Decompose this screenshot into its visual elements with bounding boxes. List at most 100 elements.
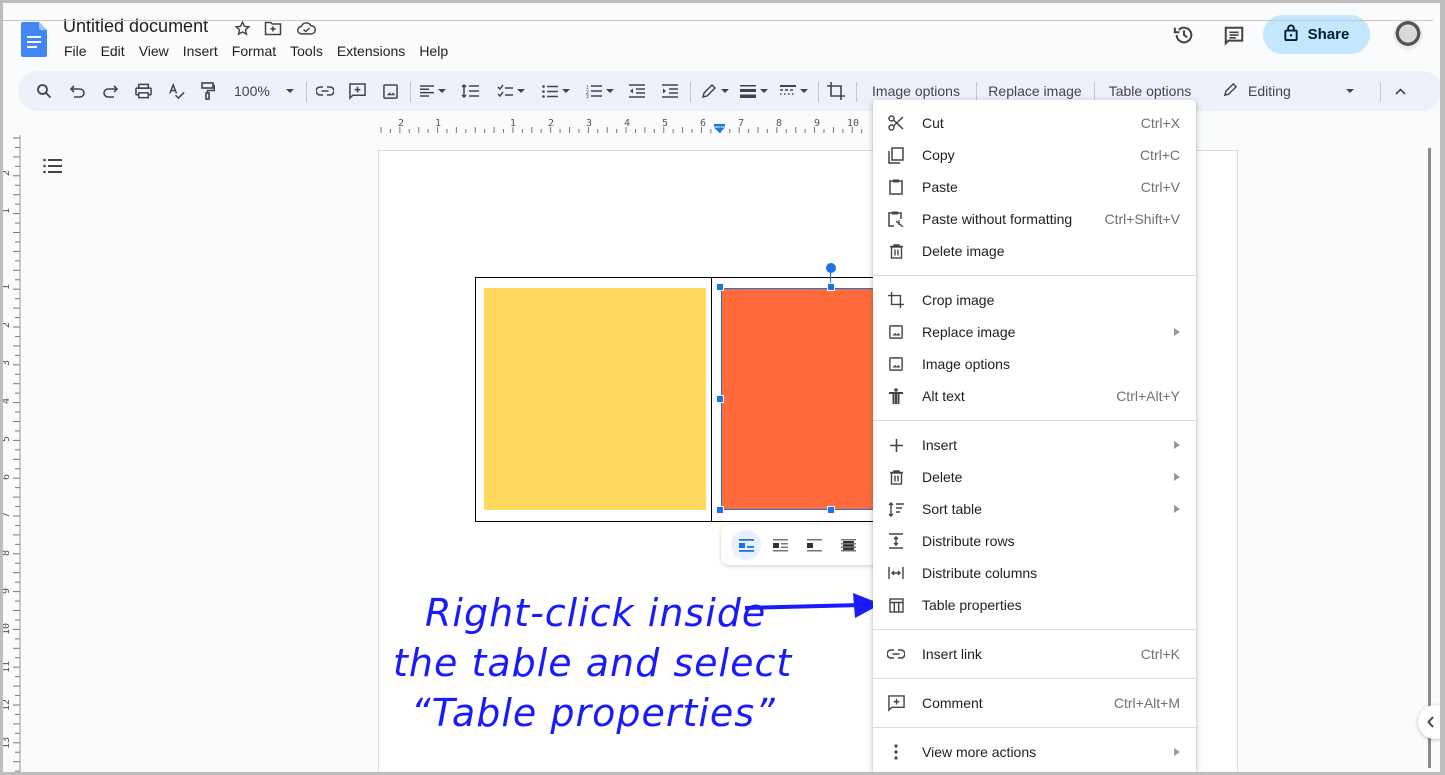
image-orange-rectangle-selected[interactable] bbox=[721, 288, 881, 510]
add-comment-icon[interactable] bbox=[345, 71, 369, 111]
break-text-icon[interactable] bbox=[799, 530, 829, 560]
menu-item-image-options[interactable]: Image options bbox=[873, 348, 1196, 380]
menu-tools[interactable]: Tools bbox=[283, 43, 330, 59]
image-yellow-square[interactable] bbox=[484, 288, 706, 510]
ruler-label: 1 bbox=[3, 208, 12, 214]
align-select[interactable] bbox=[416, 71, 450, 111]
side-panel-toggle[interactable] bbox=[1418, 705, 1440, 739]
crop-icon[interactable] bbox=[824, 71, 848, 111]
border-color-select[interactable] bbox=[696, 71, 734, 111]
ruler-label: 6 bbox=[700, 118, 706, 129]
menu-help[interactable]: Help bbox=[412, 43, 455, 59]
resize-handle-top-left[interactable] bbox=[716, 283, 724, 291]
paste-icon bbox=[886, 177, 906, 197]
increase-indent-icon[interactable] bbox=[658, 71, 682, 111]
menu-item-cut[interactable]: Cut Ctrl+X bbox=[873, 107, 1196, 139]
undo-icon[interactable] bbox=[66, 71, 90, 111]
line-spacing-icon[interactable] bbox=[458, 71, 482, 111]
menu-item-comment[interactable]: Comment Ctrl+Alt+M bbox=[873, 687, 1196, 719]
redo-icon[interactable] bbox=[98, 71, 122, 111]
menu-view[interactable]: View bbox=[132, 43, 176, 59]
checklist-select[interactable] bbox=[492, 71, 530, 111]
decrease-indent-icon[interactable] bbox=[625, 71, 649, 111]
resize-handle-bottom[interactable] bbox=[827, 506, 835, 514]
ruler-label: 2 bbox=[3, 170, 12, 176]
menu-item-distribute-columns[interactable]: Distribute columns bbox=[873, 557, 1196, 589]
ruler-label: 7 bbox=[738, 118, 744, 129]
resize-handle-left[interactable] bbox=[716, 395, 724, 403]
indent-marker-icon[interactable] bbox=[714, 120, 725, 133]
comment-icon bbox=[886, 693, 906, 713]
menu-edit[interactable]: Edit bbox=[94, 43, 132, 59]
wrap-inline-icon[interactable] bbox=[731, 530, 761, 560]
menu-format[interactable]: Format bbox=[225, 43, 283, 59]
menu-item-paste-without-formatting[interactable]: Paste without formatting Ctrl+Shift+V bbox=[873, 203, 1196, 235]
document-outline-icon[interactable] bbox=[43, 158, 63, 179]
menu-item-sort-table[interactable]: Sort table bbox=[873, 493, 1196, 525]
submenu-arrow-icon bbox=[1174, 505, 1180, 513]
menu-item-alt-text[interactable]: Alt text Ctrl+Alt+Y bbox=[873, 380, 1196, 412]
link-icon[interactable] bbox=[313, 71, 337, 111]
rotation-handle[interactable] bbox=[826, 263, 836, 273]
collapse-menus-icon[interactable] bbox=[1388, 71, 1412, 111]
pencil-icon bbox=[1223, 82, 1238, 100]
menu-item-insert-link[interactable]: Insert link Ctrl+K bbox=[873, 638, 1196, 670]
vertical-ruler[interactable]: 2112345678910111213 bbox=[3, 135, 21, 772]
user-avatar[interactable] bbox=[1393, 20, 1423, 50]
ruler-label: 1 bbox=[3, 284, 12, 290]
search-menus-icon[interactable] bbox=[32, 71, 56, 111]
link-icon bbox=[886, 644, 906, 664]
paint-format-icon[interactable] bbox=[196, 71, 220, 111]
resize-handle-top[interactable] bbox=[827, 283, 835, 291]
insert-image-icon[interactable] bbox=[378, 71, 402, 111]
menu-item-view-more-actions[interactable]: View more actions bbox=[873, 736, 1196, 768]
menu-item-copy[interactable]: Copy Ctrl+C bbox=[873, 139, 1196, 171]
menu-item-label: Crop image bbox=[922, 292, 995, 308]
docs-logo-icon[interactable] bbox=[21, 22, 47, 57]
resize-handle-bottom-left[interactable] bbox=[716, 506, 724, 514]
border-dash-select[interactable] bbox=[776, 71, 812, 111]
editing-mode-select[interactable]: Editing bbox=[1223, 71, 1358, 111]
behind-text-icon[interactable] bbox=[833, 530, 863, 560]
ruler-label: 12 bbox=[3, 699, 12, 711]
menu-item-crop-image[interactable]: Crop image bbox=[873, 284, 1196, 316]
numbered-list-select[interactable]: 123 bbox=[581, 71, 619, 111]
image-wrap-toolbar bbox=[721, 525, 881, 565]
bullet-list-select[interactable] bbox=[537, 71, 575, 111]
menu-insert[interactable]: Insert bbox=[176, 43, 225, 59]
menu-item-insert[interactable]: Insert bbox=[873, 429, 1196, 461]
ruler-label: 11 bbox=[3, 661, 12, 673]
ruler-label: 4 bbox=[624, 118, 630, 129]
comments-icon[interactable] bbox=[1223, 25, 1245, 47]
history-icon[interactable] bbox=[1173, 24, 1195, 46]
menu-item-paste[interactable]: Paste Ctrl+V bbox=[873, 171, 1196, 203]
table-column-divider[interactable] bbox=[711, 277, 712, 522]
menu-item-delete-image[interactable]: Delete image bbox=[873, 235, 1196, 267]
ruler-label: 6 bbox=[3, 474, 12, 480]
ruler-label: 13 bbox=[3, 737, 12, 749]
chevron-down-icon bbox=[721, 89, 729, 93]
submenu-arrow-icon bbox=[1174, 748, 1180, 756]
zoom-select[interactable]: 100% bbox=[228, 71, 298, 111]
ruler-label: 10 bbox=[847, 118, 859, 129]
menu-item-table-properties[interactable]: Table properties bbox=[873, 589, 1196, 621]
vertical-scrollbar[interactable] bbox=[1428, 148, 1431, 768]
menu-item-delete[interactable]: Delete bbox=[873, 461, 1196, 493]
spellcheck-icon[interactable] bbox=[164, 71, 188, 111]
docs-window: Untitled document File Edit View Insert … bbox=[3, 3, 1440, 772]
border-weight-select[interactable] bbox=[736, 71, 772, 111]
menu-extensions[interactable]: Extensions bbox=[330, 43, 412, 59]
ruler-label: 1 bbox=[510, 118, 516, 129]
share-label: Share bbox=[1307, 26, 1350, 43]
menu-file[interactable]: File bbox=[63, 43, 94, 59]
wrap-text-icon[interactable] bbox=[765, 530, 795, 560]
print-icon[interactable] bbox=[131, 71, 155, 111]
menu-item-label: View more actions bbox=[922, 744, 1037, 760]
chevron-down-icon bbox=[800, 89, 808, 93]
menu-item-replace-image[interactable]: Replace image bbox=[873, 316, 1196, 348]
menu-item-distribute-rows[interactable]: Distribute rows bbox=[873, 525, 1196, 557]
menu-item-shortcut: Ctrl+K bbox=[1140, 646, 1180, 662]
menu-item-label: Distribute rows bbox=[922, 533, 1015, 549]
distribute-rows-icon bbox=[886, 531, 906, 551]
horizontal-ruler[interactable]: 2 1 1 2 3 4 5 6 7 8 9 10 bbox=[375, 116, 875, 134]
